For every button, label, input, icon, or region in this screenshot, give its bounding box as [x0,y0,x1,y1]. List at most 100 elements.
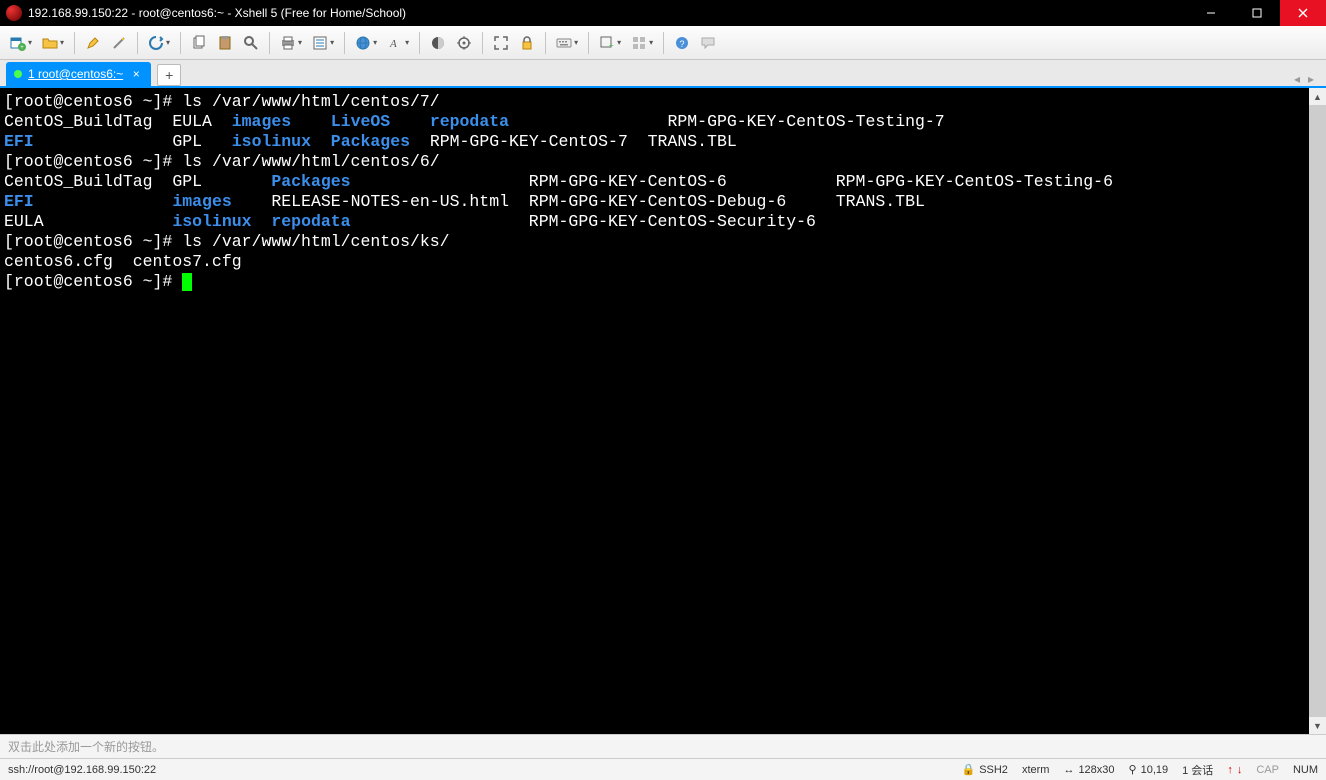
scroll-track[interactable] [1309,105,1326,717]
output: RPM-GPG-KEY-CentOS-Testing-7 [509,112,945,131]
status-num: NUM [1293,764,1318,776]
paste-button[interactable] [213,31,237,55]
help-button[interactable]: ? [670,31,694,55]
fullscreen-button[interactable] [489,31,513,55]
separator [419,32,420,54]
cursor [182,273,192,291]
scroll-down-button[interactable]: ▼ [1309,717,1326,734]
tab-prev-button[interactable]: ◂ [1294,72,1300,86]
close-button[interactable] [1280,0,1326,26]
status-dot-icon [14,70,22,78]
prompt: [root@centos6 ~]# [4,272,182,291]
dir: images [172,192,231,211]
maximize-button[interactable] [1234,0,1280,26]
output: RPM-GPG-KEY-CentOS-6 RPM-GPG-KEY-CentOS-… [351,172,1113,191]
tile-button[interactable]: ▾ [627,31,657,55]
find-button[interactable] [239,31,263,55]
dir: EFI [4,192,34,211]
separator [137,32,138,54]
color-scheme-button[interactable] [426,31,450,55]
copy-button[interactable] [187,31,211,55]
tab-next-button[interactable]: ▸ [1308,72,1314,86]
separator [545,32,546,54]
output: GPL [34,132,232,151]
terminal-wrap: [root@centos6 ~]# ls /var/www/html/cento… [0,88,1326,734]
dir: EFI [4,132,34,151]
font-button[interactable]: A▾ [383,31,413,55]
tab-close-button[interactable]: × [129,67,143,81]
output: CentOS_BuildTag EULA [4,112,232,131]
tab-label: 1 root@centos6:~ [28,67,123,81]
command: ls /var/www/html/centos/ks/ [182,232,449,251]
tab-nav: ◂ ▸ [1294,72,1320,86]
new-session-button[interactable]: +▾ [6,31,36,55]
toolbar: +▾ ▾ ▾ ▾ ▾ ▾ A▾ ▾ +▾ ▾ ? [0,26,1326,60]
keyboard-button[interactable]: ▾ [552,31,582,55]
separator [344,32,345,54]
session-tab[interactable]: 1 root@centos6:~ × [6,62,151,86]
wand-button[interactable] [107,31,131,55]
arrow-down-icon: ↓ [1237,764,1243,776]
status-ssh: 🔒SSH2 [961,763,1007,776]
output: EULA [4,212,172,231]
target-button[interactable] [452,31,476,55]
status-cursor: ⚲10,19 [1129,763,1169,776]
svg-text:+: + [20,45,24,51]
open-session-button[interactable]: ▾ [38,31,68,55]
print-button[interactable]: ▾ [276,31,306,55]
scroll-up-button[interactable]: ▲ [1309,88,1326,105]
web-button[interactable]: ▾ [351,31,381,55]
lock-icon: 🔒 [961,763,975,776]
reconnect-button[interactable]: ▾ [144,31,174,55]
terminal[interactable]: [root@centos6 ~]# ls /var/www/html/cento… [0,88,1309,734]
quick-launch-bar[interactable]: 双击此处添加一个新的按钮。 [0,734,1326,758]
output: centos6.cfg centos7.cfg [4,252,242,271]
status-uri: ssh://root@192.168.99.150:22 [8,764,947,776]
separator [269,32,270,54]
status-size: ↔128x30 [1063,764,1114,776]
status-bar: ssh://root@192.168.99.150:22 🔒SSH2 xterm… [0,758,1326,780]
svg-text:?: ? [680,39,685,49]
prompt: [root@centos6 ~]# [4,92,182,111]
output: RELEASE-NOTES-en-US.html RPM-GPG-KEY-Cen… [232,192,925,211]
separator [588,32,589,54]
new-tab-button[interactable]: + [157,64,181,86]
dir: images [232,112,291,131]
size-icon: ↔ [1063,764,1074,776]
highlight-button[interactable] [81,31,105,55]
status-traffic: ↑↓ [1227,764,1242,776]
prompt: [root@centos6 ~]# [4,152,182,171]
minimize-button[interactable] [1188,0,1234,26]
dir: isolinux [232,132,311,151]
svg-text:A: A [389,38,397,50]
separator [74,32,75,54]
prompt: [root@centos6 ~]# [4,232,182,251]
dir: Packages [331,132,410,151]
separator [180,32,181,54]
new-window-button[interactable]: +▾ [595,31,625,55]
window-title: 192.168.99.150:22 - root@centos6:~ - Xsh… [28,6,1188,20]
dir: LiveOS [331,112,390,131]
lock-button[interactable] [515,31,539,55]
dir: repodata [271,212,350,231]
status-sessions: 1 会话 [1182,762,1213,778]
separator [482,32,483,54]
chat-button[interactable] [696,31,720,55]
status-term: xterm [1022,764,1050,776]
output: RPM-GPG-KEY-CentOS-7 TRANS.TBL [410,132,737,151]
properties-button[interactable]: ▾ [308,31,338,55]
scroll-thumb[interactable] [1309,105,1326,717]
dir: Packages [271,172,350,191]
dir: isolinux [172,212,251,231]
cursor-pos-icon: ⚲ [1129,763,1137,776]
output: CentOS_BuildTag GPL [4,172,271,191]
command: ls /var/www/html/centos/6/ [182,152,439,171]
dir: repodata [430,112,509,131]
arrow-up-icon: ↑ [1227,764,1233,776]
separator [663,32,664,54]
scrollbar[interactable]: ▲ ▼ [1309,88,1326,734]
svg-text:+: + [609,41,614,50]
tab-strip: 1 root@centos6:~ × + ◂ ▸ [0,60,1326,88]
title-bar: 192.168.99.150:22 - root@centos6:~ - Xsh… [0,0,1326,26]
output: RPM-GPG-KEY-CentOS-Security-6 [351,212,816,231]
